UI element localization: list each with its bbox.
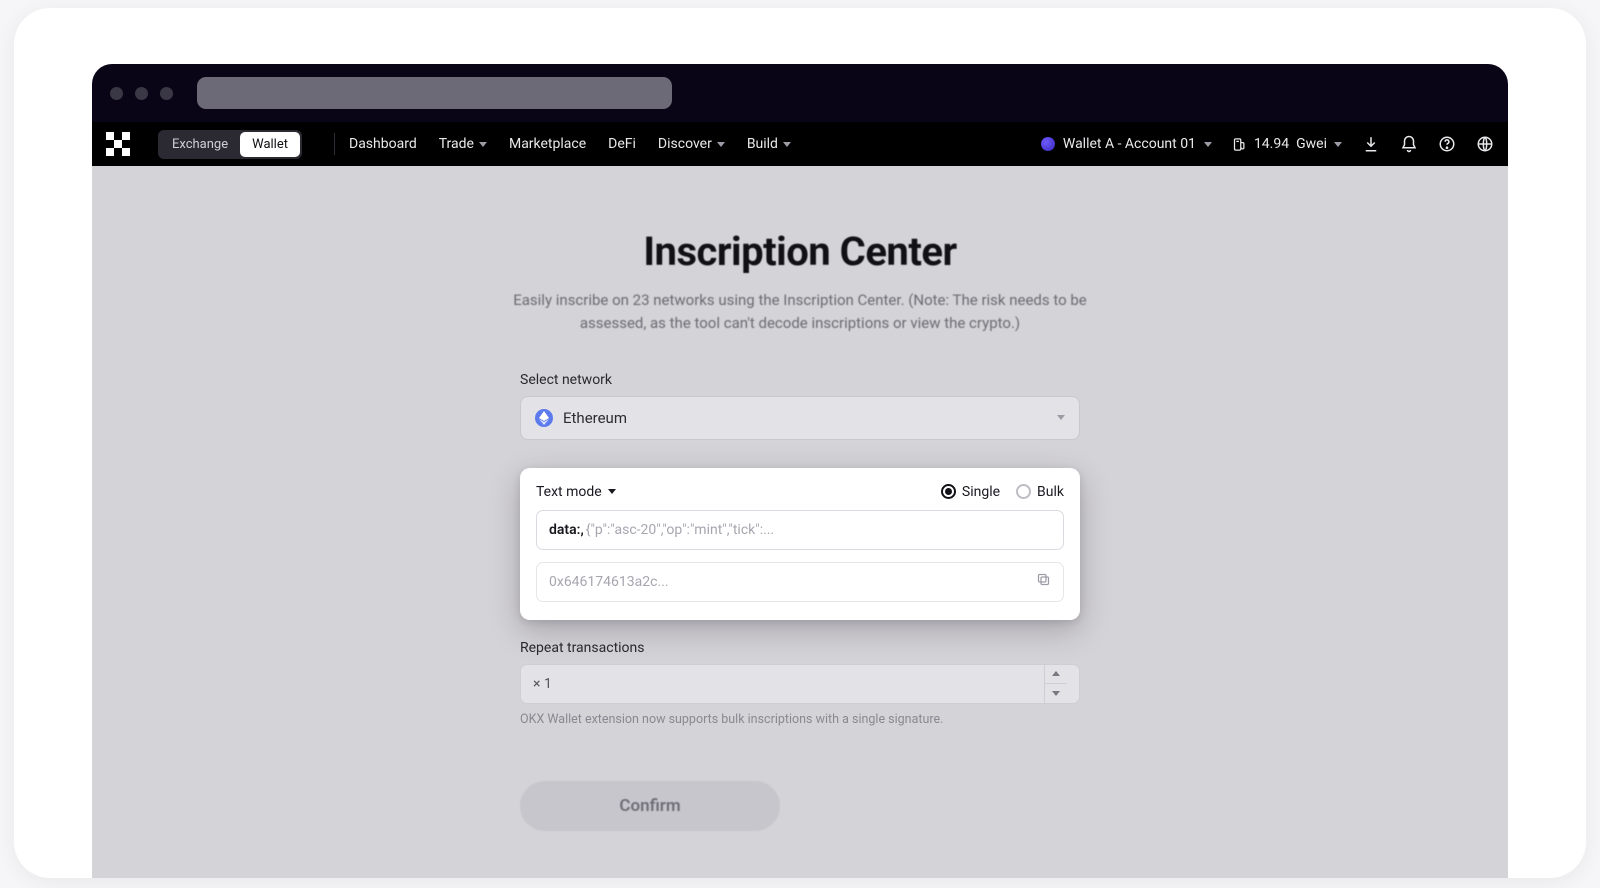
chevron-down-icon [479, 142, 487, 147]
nav-label: Build [747, 136, 778, 152]
ethereum-icon [535, 409, 553, 427]
browser-window: Exchange Wallet Dashboard Trade Marketpl… [92, 64, 1508, 878]
radio-bulk-label: Bulk [1037, 484, 1064, 500]
repeat-hint: OKX Wallet extension now supports bulk i… [520, 712, 1080, 727]
repeat-label: Repeat transactions [520, 640, 1080, 656]
select-network-value: Ethereum [563, 409, 627, 427]
quantity-radio-group: Single Bulk [941, 484, 1064, 500]
outer-frame: Exchange Wallet Dashboard Trade Marketpl… [14, 8, 1586, 878]
copy-icon[interactable] [1036, 572, 1051, 591]
download-icon[interactable] [1362, 135, 1380, 153]
window-titlebar [92, 64, 1508, 122]
data-prefix: data:, [549, 522, 584, 538]
nav-dashboard[interactable]: Dashboard [349, 136, 417, 152]
stepper-up[interactable] [1045, 665, 1067, 685]
chevron-down-icon [1334, 142, 1342, 147]
nav-label: Trade [439, 136, 474, 152]
nav-discover[interactable]: Discover [658, 136, 725, 152]
radio-bulk[interactable]: Bulk [1016, 484, 1064, 500]
data-placeholder: {"p":"asc-20","op":"mint","tick":... [586, 522, 774, 538]
toggle-wallet[interactable]: Wallet [240, 132, 300, 157]
select-network-dropdown[interactable]: Ethereum [520, 396, 1080, 440]
radio-unselected-icon [1016, 484, 1031, 499]
repeat-input[interactable]: × 1 [520, 664, 1080, 704]
account-label: Wallet A - Account 01 [1063, 136, 1196, 152]
inscription-input-card: Text mode Single Bulk [520, 468, 1080, 620]
nav-build[interactable]: Build [747, 136, 791, 152]
page-title: Inscription Center [643, 228, 956, 275]
address-bar[interactable] [197, 77, 672, 109]
chevron-down-icon [1204, 142, 1212, 147]
okx-logo-mark [106, 132, 130, 156]
stepper-down[interactable] [1045, 684, 1067, 703]
page-subtitle: Easily inscribe on 23 networks using the… [500, 289, 1100, 336]
window-minimize-dot[interactable] [135, 87, 148, 100]
form-column: Select network Ethereum Text mode [520, 372, 1080, 831]
globe-icon[interactable] [1476, 135, 1494, 153]
nav-label: DeFi [608, 136, 636, 152]
content-area: Inscription Center Easily inscribe on 23… [92, 166, 1508, 878]
text-mode-toggle[interactable]: Text mode [536, 484, 616, 500]
nav-marketplace[interactable]: Marketplace [509, 136, 586, 152]
radio-single-label: Single [962, 484, 1000, 500]
hex-placeholder: 0x646174613a2c... [549, 574, 669, 590]
network-dot-icon [1041, 137, 1055, 151]
confirm-button[interactable]: Confirm [520, 781, 780, 831]
card-header: Text mode Single Bulk [536, 484, 1064, 500]
nav-label: Dashboard [349, 136, 417, 152]
window-controls [110, 87, 173, 100]
nav-right: Wallet A - Account 01 14.94 Gwei [1041, 135, 1494, 153]
gas-indicator[interactable]: 14.94 Gwei [1232, 136, 1342, 152]
window-close-dot[interactable] [110, 87, 123, 100]
chevron-up-icon [1052, 671, 1060, 676]
chevron-down-icon [608, 489, 616, 494]
repeat-value: 1 [544, 676, 552, 692]
radio-selected-icon [941, 484, 956, 499]
nav-defi[interactable]: DeFi [608, 136, 636, 152]
gas-value: 14.94 [1254, 136, 1289, 152]
chevron-down-icon [783, 142, 791, 147]
inscription-data-input[interactable]: data:, {"p":"asc-20","op":"mint","tick":… [536, 510, 1064, 550]
toggle-exchange[interactable]: Exchange [160, 132, 240, 157]
nav-label: Discover [658, 136, 712, 152]
mode-label: Text mode [536, 484, 602, 500]
top-nav: Exchange Wallet Dashboard Trade Marketpl… [92, 122, 1508, 166]
chevron-down-icon [1057, 415, 1065, 420]
nav-items: Dashboard Trade Marketplace DeFi Discove… [349, 136, 791, 152]
nav-label: Marketplace [509, 136, 586, 152]
radio-single[interactable]: Single [941, 484, 1000, 500]
repeat-stepper [1044, 665, 1067, 703]
select-network-label: Select network [520, 372, 1080, 388]
mode-toggle[interactable]: Exchange Wallet [158, 130, 302, 159]
hex-output-row: 0x646174613a2c... [536, 562, 1064, 602]
gas-pump-icon [1232, 137, 1247, 152]
okx-logo[interactable] [106, 132, 138, 156]
nav-separator [334, 133, 335, 155]
chevron-down-icon [717, 142, 725, 147]
bell-icon[interactable] [1400, 135, 1418, 153]
account-selector[interactable]: Wallet A - Account 01 [1041, 136, 1212, 152]
help-icon[interactable] [1438, 135, 1456, 153]
gas-unit: Gwei [1296, 136, 1327, 152]
page: Inscription Center Easily inscribe on 23… [92, 166, 1508, 878]
nav-trade[interactable]: Trade [439, 136, 487, 152]
chevron-down-icon [1052, 691, 1060, 696]
window-maximize-dot[interactable] [160, 87, 173, 100]
repeat-prefix: × [533, 676, 540, 692]
repeat-block: Repeat transactions × 1 OKX Wallet exten… [520, 640, 1080, 727]
